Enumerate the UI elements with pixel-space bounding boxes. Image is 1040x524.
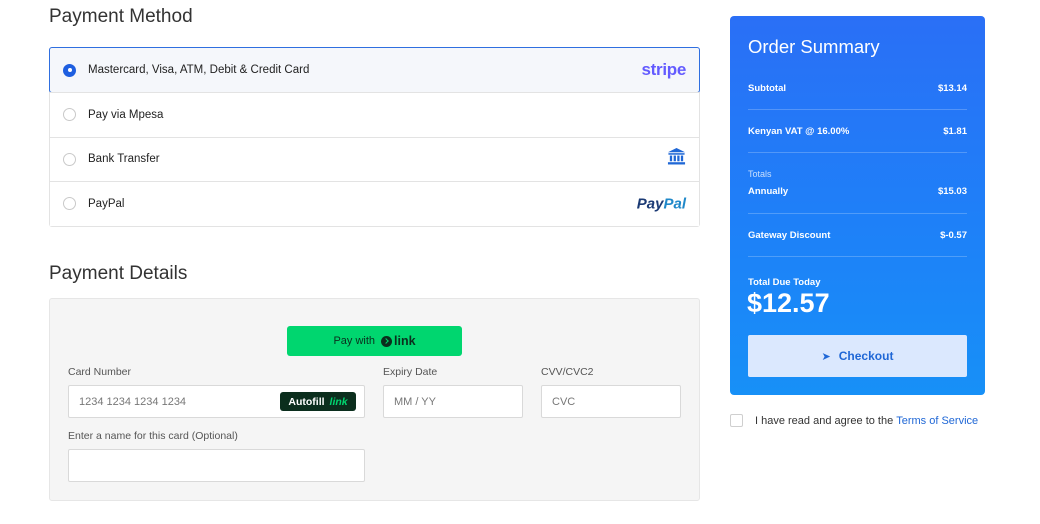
- gateway-discount-value: $-0.57: [940, 230, 967, 241]
- pay-with-label: Pay with: [333, 335, 376, 347]
- payment-method-title: Payment Method: [49, 6, 193, 27]
- autofill-label: Autofill: [288, 395, 325, 408]
- gateway-discount-row: Gateway Discount $-0.57: [748, 230, 967, 241]
- payment-details-panel: Pay with link Card Number 1234 1234 1234…: [49, 298, 700, 501]
- divider: [748, 256, 967, 257]
- card-number-label: Card Number: [68, 366, 132, 378]
- divider: [748, 213, 967, 214]
- link-logo: link: [377, 334, 416, 348]
- payment-option-label: Pay via Mpesa: [88, 108, 164, 121]
- radio-card[interactable]: [63, 63, 76, 77]
- cvv-input[interactable]: CVC: [541, 385, 681, 418]
- radio-bank-transfer[interactable]: [63, 152, 76, 166]
- card-number-placeholder: 1234 1234 1234 1234: [79, 395, 187, 408]
- terms-of-service-link[interactable]: Terms of Service: [896, 415, 978, 427]
- autofill-link-button[interactable]: Autofill link: [280, 392, 356, 411]
- expiry-label: Expiry Date: [383, 366, 438, 378]
- pay-with-link-button[interactable]: Pay with link: [287, 326, 462, 356]
- paypal-logo-pay: Pay: [636, 195, 664, 213]
- link-brand: link: [394, 334, 416, 348]
- checkout-button[interactable]: ➤ Checkout: [748, 335, 967, 377]
- order-summary-title: Order Summary: [748, 36, 880, 57]
- card-name-label: Enter a name for this card (Optional): [68, 430, 238, 442]
- payment-option-label: Bank Transfer: [88, 153, 160, 166]
- payment-details-title: Payment Details: [49, 263, 188, 284]
- gateway-discount-label: Gateway Discount: [748, 230, 831, 241]
- payment-option-mpesa[interactable]: Pay via Mpesa: [50, 92, 699, 137]
- arrow-right-icon: ➤: [821, 350, 831, 363]
- annually-row: Annually $15.03: [748, 186, 967, 197]
- payment-option-bank-transfer[interactable]: Bank Transfer: [50, 136, 699, 181]
- total-due-value: $12.57: [747, 288, 830, 318]
- terms-agreement: I have read and agree to the Terms of Se…: [730, 414, 978, 427]
- total-due-label: Total Due Today: [748, 277, 821, 288]
- divider: [748, 152, 967, 153]
- paypal-logo-pal: Pal: [663, 195, 686, 213]
- bank-icon: [667, 147, 686, 171]
- card-name-input[interactable]: [68, 449, 365, 482]
- cvv-placeholder: CVC: [552, 395, 576, 408]
- card-number-input[interactable]: 1234 1234 1234 1234 Autofill link: [68, 385, 365, 418]
- terms-checkbox[interactable]: [730, 414, 743, 427]
- stripe-logo: stripe: [641, 60, 687, 79]
- vat-row: Kenyan VAT @ 16.00% $1.81: [748, 126, 967, 137]
- radio-mpesa[interactable]: [63, 108, 76, 122]
- vat-label: Kenyan VAT @ 16.00%: [748, 126, 850, 137]
- subtotal-label: Subtotal: [748, 83, 786, 94]
- checkout-label: Checkout: [838, 349, 894, 363]
- expiry-input[interactable]: MM / YY: [383, 385, 523, 418]
- totals-heading: Totals: [748, 169, 772, 179]
- cvv-label: CVV/CVC2: [541, 366, 594, 378]
- divider: [748, 109, 967, 110]
- paypal-logo: PayPal: [637, 195, 686, 212]
- vat-value: $1.81: [943, 126, 967, 137]
- link-arrow-icon: [381, 335, 393, 347]
- subtotal-value: $13.14: [937, 83, 967, 94]
- annually-value: $15.03: [937, 186, 967, 197]
- radio-paypal[interactable]: [63, 197, 76, 211]
- payment-option-card[interactable]: Mastercard, Visa, ATM, Debit & Credit Ca…: [49, 47, 700, 93]
- subtotal-row: Subtotal $13.14: [748, 83, 967, 94]
- payment-option-label: Mastercard, Visa, ATM, Debit & Credit Ca…: [88, 64, 310, 76]
- order-summary-panel: Order Summary Subtotal $13.14 Kenyan VAT…: [730, 16, 985, 395]
- payment-method-list: Mastercard, Visa, ATM, Debit & Credit Ca…: [49, 47, 700, 227]
- payment-option-paypal[interactable]: PayPal PayPal: [50, 181, 699, 226]
- expiry-placeholder: MM / YY: [394, 395, 436, 408]
- terms-text: I have read and agree to the: [755, 414, 894, 427]
- annually-label: Annually: [748, 186, 789, 197]
- payment-option-label: PayPal: [88, 197, 125, 210]
- autofill-link-brand: link: [329, 395, 348, 408]
